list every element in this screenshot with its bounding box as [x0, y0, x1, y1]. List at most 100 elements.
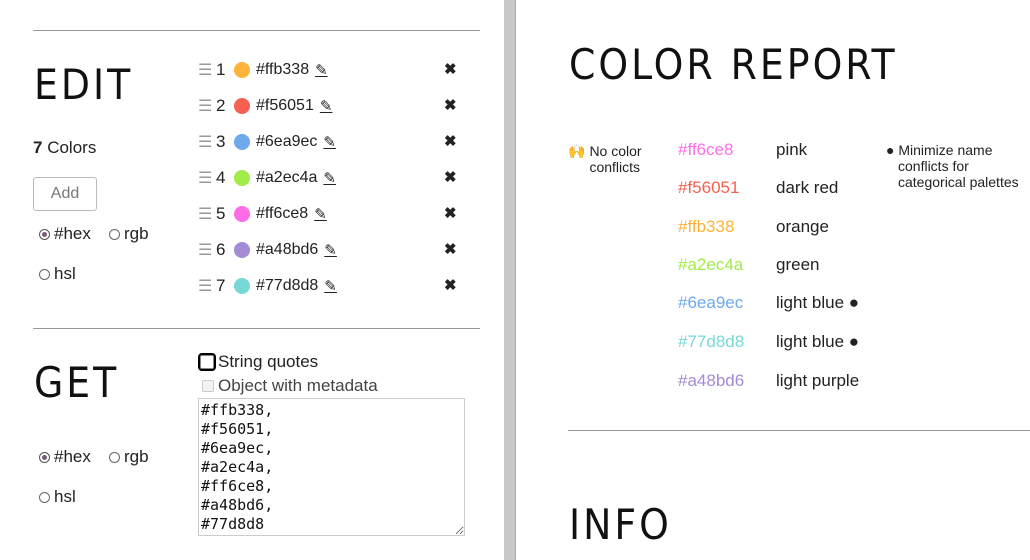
- report-color-name: pink: [776, 140, 808, 159]
- report-hex: #77d8d8: [678, 332, 745, 351]
- report-color-name: orange: [776, 217, 829, 236]
- color-hex: #77d8d8: [256, 277, 319, 294]
- report-divider: [568, 430, 1030, 431]
- tip-line-1: ● Minimize name: [886, 142, 993, 158]
- edit-format-hex-label: #hex: [54, 224, 91, 243]
- color-index: 2: [216, 96, 226, 115]
- color-row[interactable]: ☰ 4 #a2ec4a ✎: [198, 165, 336, 191]
- color-hex: #a2ec4a: [256, 169, 318, 186]
- report-color-name: green: [776, 255, 820, 274]
- drag-handle-icon[interactable]: ☰: [198, 276, 212, 296]
- report-hex: #a48bd6: [678, 371, 745, 390]
- report-row: #a2ec4a green: [678, 254, 819, 276]
- color-index: 4: [216, 168, 226, 187]
- report-hex: #ffb338: [678, 217, 735, 236]
- conflict-text-line-1: No color: [589, 143, 642, 159]
- radio-selected-icon[interactable]: [39, 228, 50, 240]
- report-color-name: light blue ●: [776, 332, 860, 351]
- color-count: 7 Colors: [33, 138, 96, 158]
- color-row[interactable]: ☰ 2 #f56051 ✎: [198, 93, 332, 119]
- color-index: 1: [216, 60, 226, 79]
- color-swatch: [234, 242, 250, 258]
- remove-color-icon[interactable]: ✖: [444, 168, 457, 186]
- conflict-text: No color conflicts: [589, 143, 641, 175]
- report-row: #ffb338 orange: [678, 216, 829, 238]
- drag-handle-icon[interactable]: ☰: [198, 60, 212, 80]
- color-index: 6: [216, 240, 226, 259]
- drag-handle-icon[interactable]: ☰: [198, 168, 212, 188]
- pencil-icon[interactable]: ✎: [315, 61, 328, 79]
- color-row[interactable]: ☰ 5 #ff6ce8 ✎: [198, 201, 327, 227]
- pencil-icon[interactable]: ✎: [323, 133, 336, 151]
- get-format-hex[interactable]: #hex: [39, 447, 91, 467]
- edit-title: EDIT: [34, 60, 134, 109]
- add-button[interactable]: Add: [33, 177, 97, 211]
- report-hex: #ff6ce8: [678, 140, 734, 159]
- color-hex: #ff6ce8: [256, 205, 309, 222]
- report-hex: #6ea9ec: [678, 293, 744, 312]
- drag-handle-icon[interactable]: ☰: [198, 96, 212, 116]
- get-format-hsl[interactable]: hsl: [39, 487, 76, 507]
- drag-handle-icon[interactable]: ☰: [198, 132, 212, 152]
- output-textarea[interactable]: [198, 398, 465, 536]
- color-swatch: [234, 278, 250, 294]
- pencil-icon[interactable]: ✎: [324, 241, 337, 259]
- edit-format-hex[interactable]: #hex: [39, 224, 91, 244]
- conflict-status: 🙌 No color conflicts: [568, 143, 642, 175]
- color-hex: #6ea9ec: [256, 133, 318, 150]
- color-swatch: [234, 62, 250, 78]
- get-format-rgb-label: rgb: [124, 447, 149, 466]
- checkbox-icon[interactable]: [202, 380, 214, 392]
- radio-icon[interactable]: [39, 268, 50, 280]
- drag-handle-icon[interactable]: ☰: [198, 240, 212, 260]
- remove-color-icon[interactable]: ✖: [444, 240, 457, 258]
- pencil-icon[interactable]: ✎: [323, 169, 336, 187]
- metadata-checkbox[interactable]: Object with metadata: [202, 376, 378, 396]
- color-swatch: [234, 206, 250, 222]
- color-swatch: [234, 98, 250, 114]
- conflict-text-line-2: conflicts: [589, 159, 641, 175]
- remove-color-icon[interactable]: ✖: [444, 60, 457, 78]
- report-hex: #a2ec4a: [678, 255, 744, 274]
- report-row: #77d8d8 light blue ●: [678, 331, 859, 353]
- drag-handle-icon[interactable]: ☰: [198, 204, 212, 224]
- radio-icon[interactable]: [39, 491, 50, 503]
- color-row[interactable]: ☰ 7 #77d8d8 ✎: [198, 273, 337, 299]
- pencil-icon[interactable]: ✎: [320, 97, 333, 115]
- color-row[interactable]: ☰ 1 #ffb338 ✎: [198, 57, 328, 83]
- remove-color-icon[interactable]: ✖: [444, 132, 457, 150]
- panel-splitter[interactable]: [504, 0, 516, 560]
- top-divider: [33, 30, 480, 31]
- name-conflict-tip: ● Minimize name conflicts for categorica…: [886, 142, 1026, 190]
- color-row[interactable]: ☰ 6 #a48bd6 ✎: [198, 237, 337, 263]
- string-quotes-checkbox[interactable]: String quotes: [198, 352, 319, 372]
- color-hex: #ffb338: [256, 61, 310, 78]
- report-row: #ff6ce8 pink: [678, 139, 807, 161]
- radio-icon[interactable]: [109, 451, 120, 463]
- color-row[interactable]: ☰ 3 #6ea9ec ✎: [198, 129, 336, 155]
- report-row: #a48bd6 light purple: [678, 370, 859, 392]
- pencil-icon[interactable]: ✎: [324, 277, 337, 295]
- edit-format-rgb[interactable]: rgb: [109, 224, 149, 244]
- color-hex: #a48bd6: [256, 241, 319, 258]
- color-count-label: Colors: [47, 138, 97, 157]
- remove-color-icon[interactable]: ✖: [444, 204, 457, 222]
- radio-icon[interactable]: [109, 228, 120, 240]
- report-row: #f56051 dark red: [678, 177, 838, 199]
- get-format-rgb[interactable]: rgb: [109, 447, 149, 467]
- remove-color-icon[interactable]: ✖: [444, 96, 457, 114]
- pencil-icon[interactable]: ✎: [314, 205, 327, 223]
- color-index: 3: [216, 132, 226, 151]
- report-color-name: light purple: [776, 371, 860, 390]
- checkbox-icon[interactable]: [198, 353, 216, 371]
- get-format-hsl-label: hsl: [54, 487, 76, 506]
- radio-selected-icon[interactable]: [39, 451, 50, 463]
- edit-format-rgb-label: rgb: [124, 224, 149, 243]
- tip-line-2: conflicts for: [898, 158, 969, 174]
- edit-format-hsl[interactable]: hsl: [39, 264, 76, 284]
- string-quotes-label: String quotes: [218, 352, 319, 371]
- remove-color-icon[interactable]: ✖: [444, 276, 457, 294]
- report-row: #6ea9ec light blue ●: [678, 292, 859, 314]
- tip-line-3: categorical palettes: [898, 174, 1019, 190]
- color-count-number: 7: [33, 138, 43, 157]
